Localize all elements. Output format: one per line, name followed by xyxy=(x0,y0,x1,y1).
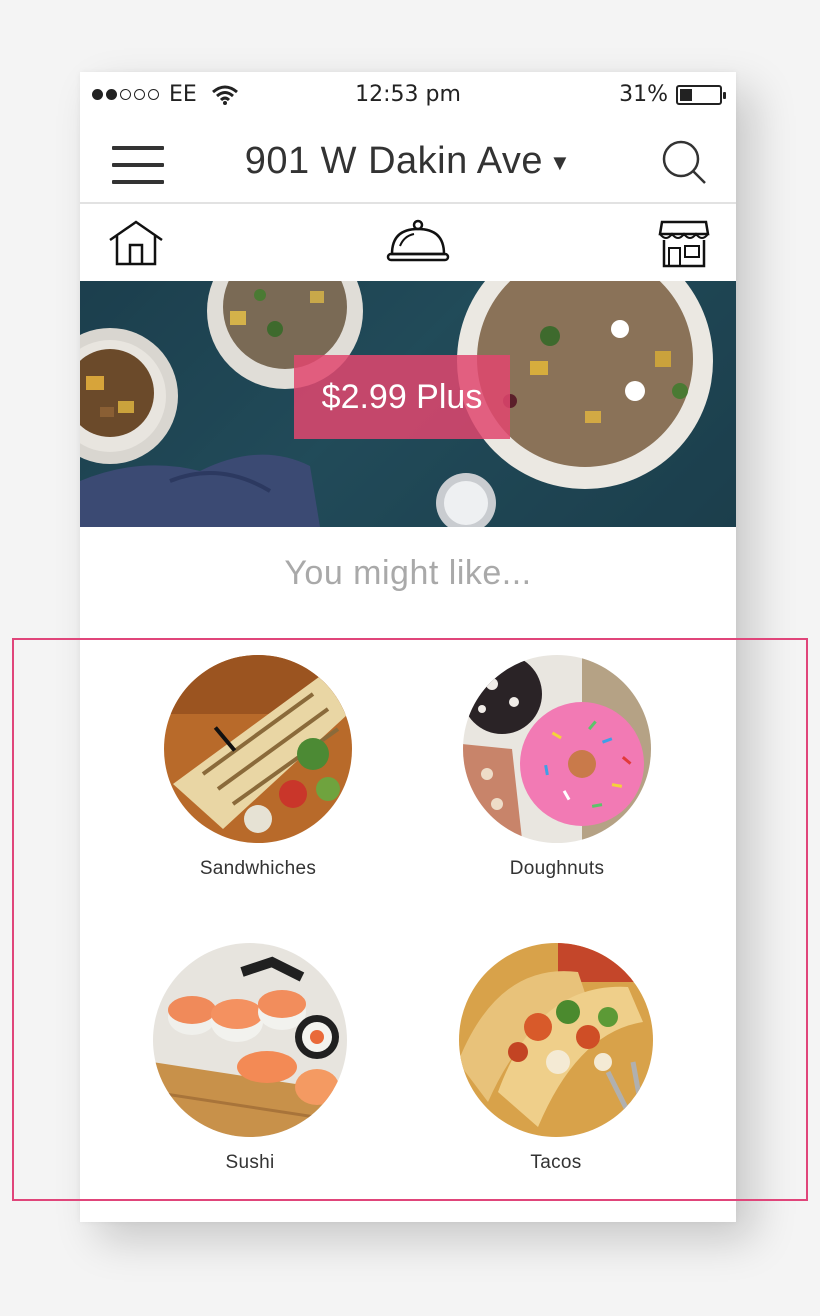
battery-fill xyxy=(680,88,692,101)
category-label: Sushi xyxy=(225,1152,275,1173)
battery-percent: 31% xyxy=(619,82,668,107)
promo-badge[interactable]: $2.99 Plus xyxy=(294,355,510,439)
doughnut-thumbnail xyxy=(463,655,651,843)
home-icon[interactable] xyxy=(106,218,166,268)
category-sandwiches[interactable]: Sandwhiches xyxy=(158,654,358,880)
phone-screen: EE 12:53 pm 31% 901 W Dakin Ave ▼ $2.99 … xyxy=(80,72,736,1222)
status-right: 31% xyxy=(619,82,726,107)
section-title: You might like... xyxy=(284,554,532,592)
sushi-thumbnail xyxy=(153,943,347,1137)
cloche-icon[interactable] xyxy=(386,218,450,268)
hero-banner[interactable]: $2.99 Plus xyxy=(80,281,736,527)
app-header: 901 W Dakin Ave ▼ xyxy=(80,118,736,204)
taco-thumbnail xyxy=(459,943,653,1137)
category-label: Sandwhiches xyxy=(199,858,317,879)
status-bar: EE 12:53 pm 31% xyxy=(80,72,736,118)
category-label: Tacos xyxy=(530,1152,582,1173)
chevron-down-icon: ▼ xyxy=(549,149,572,175)
category-label: Doughnuts xyxy=(509,858,605,879)
category-sushi[interactable]: Sushi xyxy=(150,942,350,1174)
address-text: 901 W Dakin Ave xyxy=(244,140,543,182)
category-doughnuts[interactable]: Doughnuts xyxy=(457,654,657,880)
store-icon[interactable] xyxy=(658,218,710,270)
category-tacos[interactable]: Tacos xyxy=(456,942,656,1174)
category-nav xyxy=(80,206,736,282)
address-selector[interactable]: 901 W Dakin Ave ▼ xyxy=(80,140,736,183)
sandwich-thumbnail xyxy=(164,655,352,843)
battery-icon xyxy=(676,84,726,105)
search-icon[interactable] xyxy=(660,138,708,186)
